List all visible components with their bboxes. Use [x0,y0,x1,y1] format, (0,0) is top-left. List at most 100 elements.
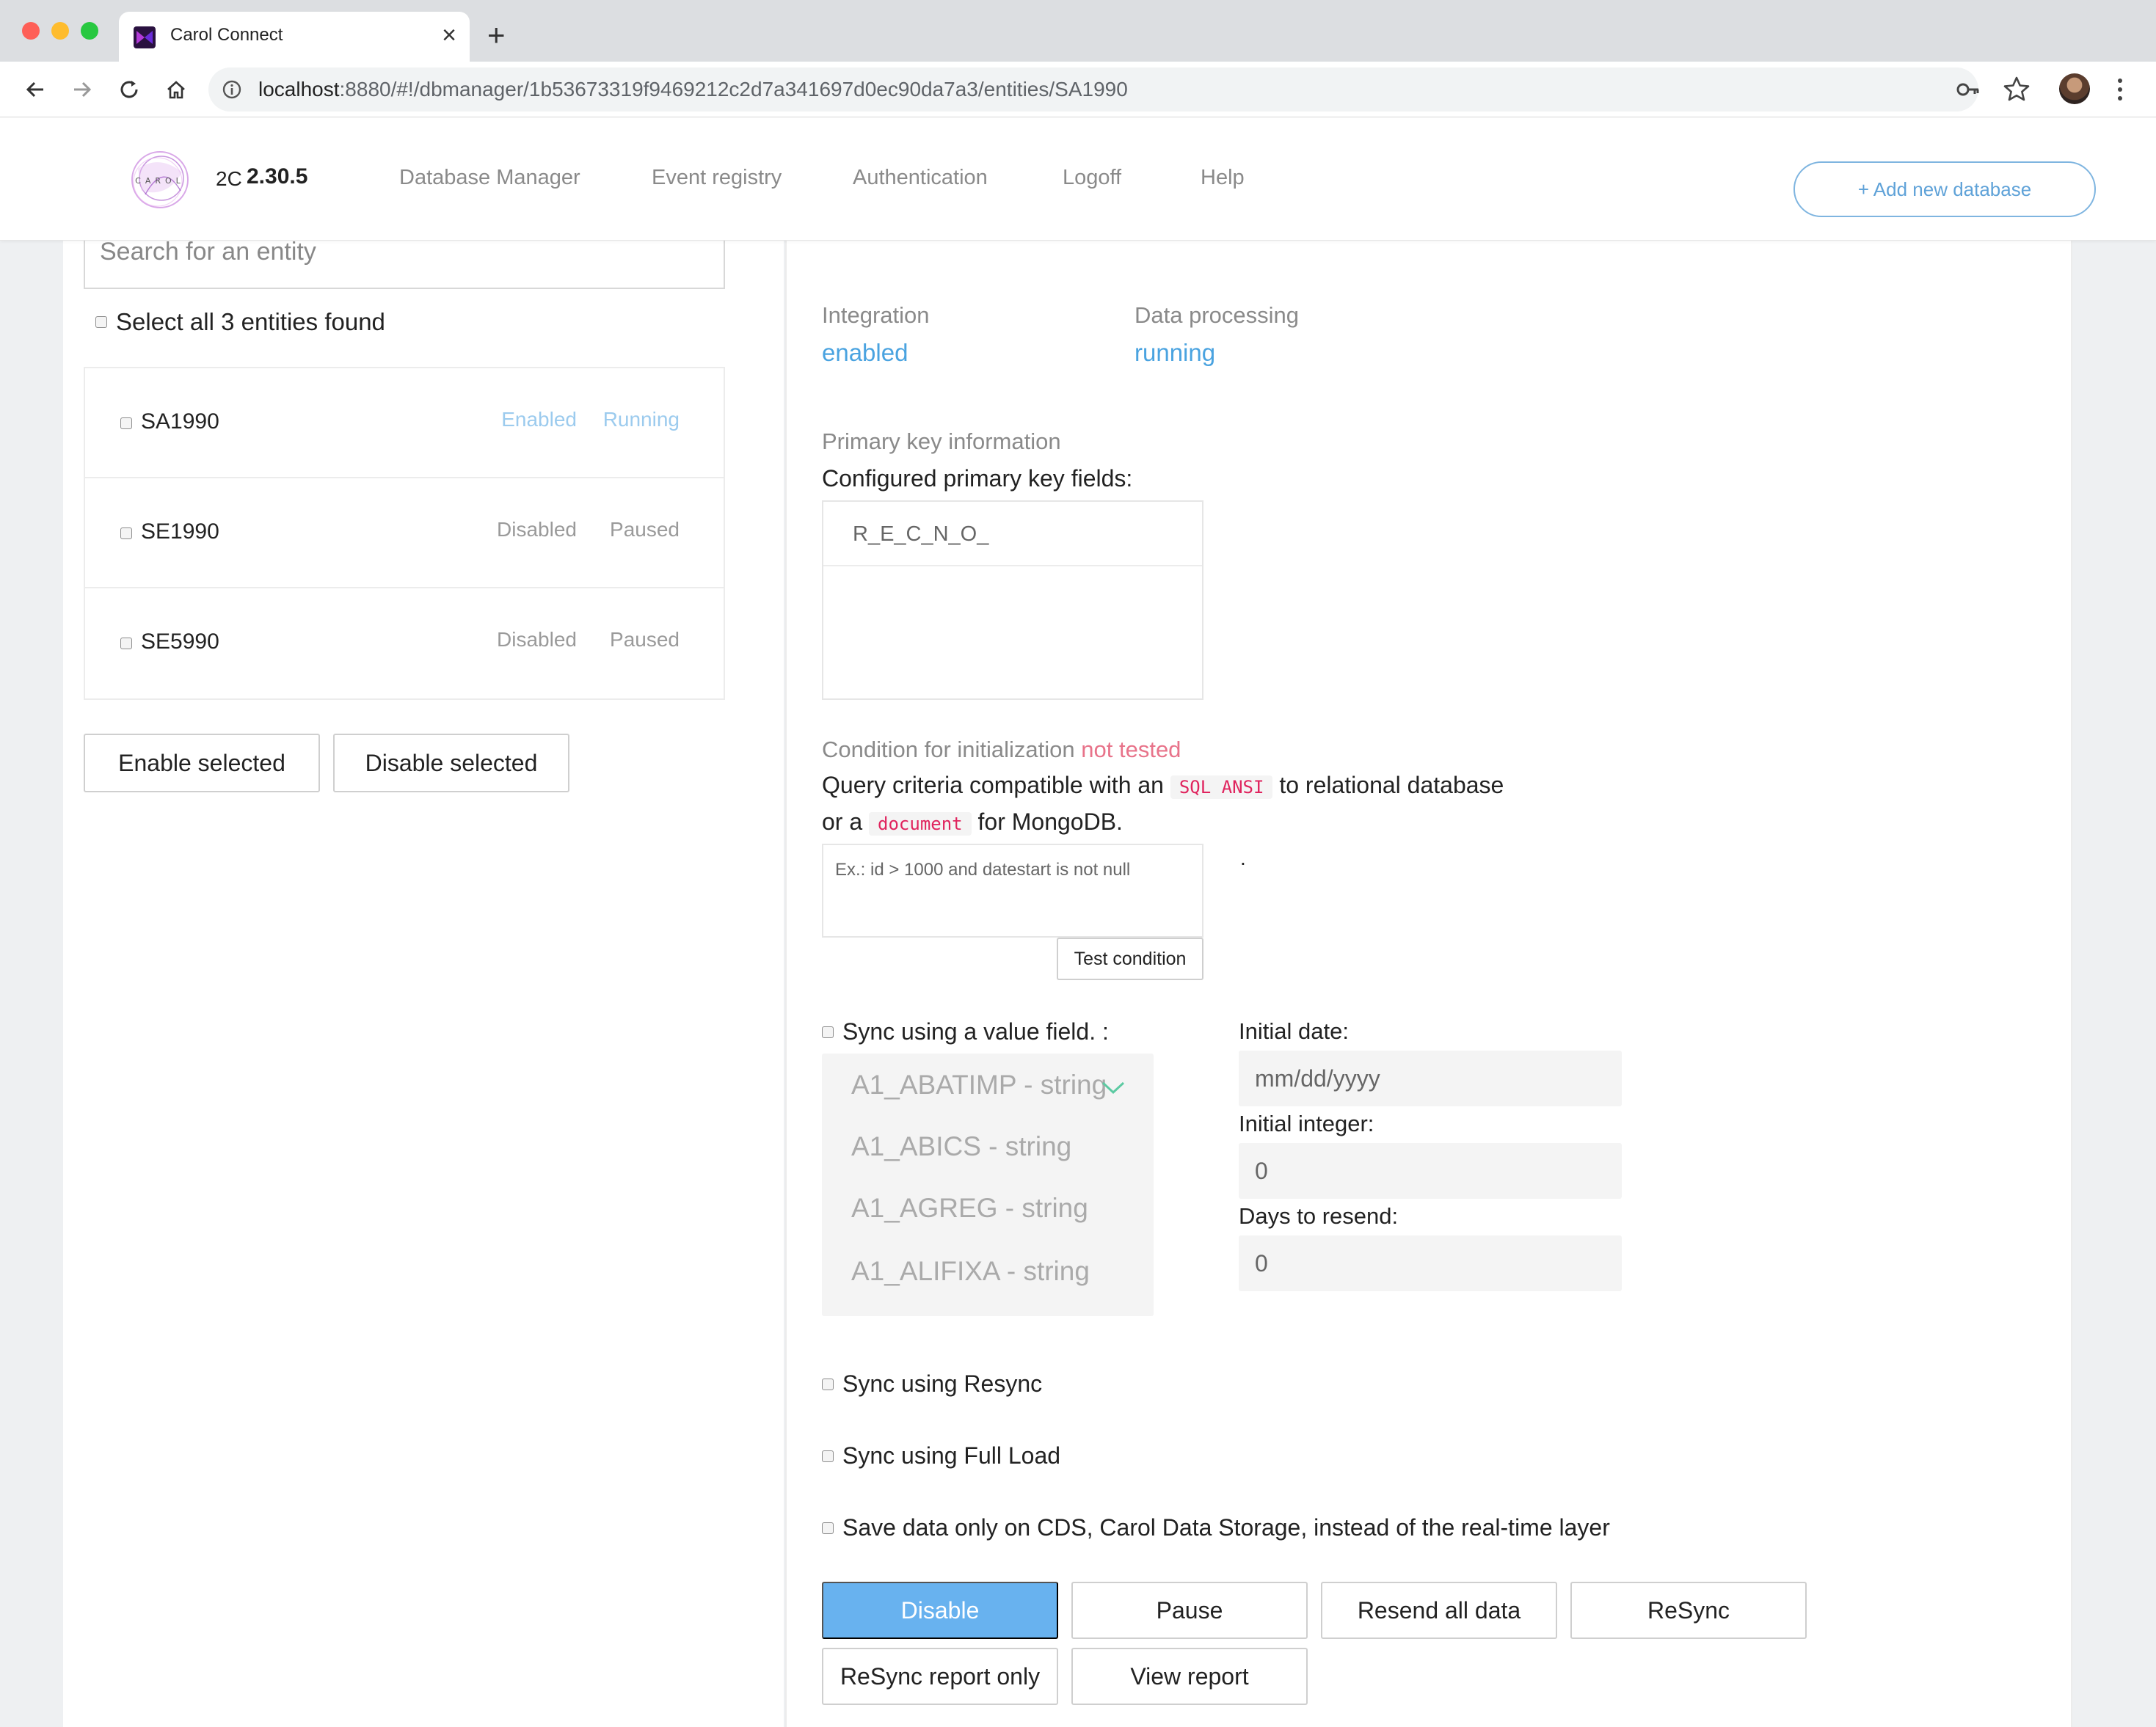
tab-title: Carol Connect [170,25,283,45]
nav-authentication[interactable]: Authentication [853,166,988,190]
sync-fullload-label: Sync using Full Load [842,1442,1061,1469]
address-bar[interactable]: localhost:8880/#!/dbmanager/1b53673319f9… [208,67,1978,112]
sync-resync-checkbox[interactable] [822,1378,834,1390]
new-tab-icon[interactable]: + [487,16,506,54]
condition-label: Condition for initialization [822,737,1075,762]
entity-checkbox[interactable] [120,527,132,539]
resend-all-data-button[interactable]: Resend all data [1321,1582,1557,1639]
sync-resync-row[interactable]: Sync using Resync [822,1370,1042,1398]
carol-logo: CAROL [131,151,189,208]
entity-processing-status: Paused [610,518,680,541]
disable-button[interactable]: Disable [822,1582,1058,1639]
entity-row-se1990[interactable]: SE1990 Disabled Paused [85,478,724,588]
primary-key-field: R_E_C_N_O_ [823,502,1202,566]
home-icon[interactable] [160,73,192,106]
browser-tab-bar: Carol Connect × + [0,0,2156,62]
info-icon[interactable] [222,79,242,100]
close-tab-icon[interactable]: × [442,21,456,50]
entity-search-input[interactable]: Search for an entity [84,233,725,289]
entity-integration-status: Enabled [501,408,577,431]
save-cds-checkbox[interactable] [822,1522,834,1534]
configured-pk-label: Configured primary key fields: [822,465,1133,492]
entity-name: SE1990 [141,519,219,544]
entity-checkbox[interactable] [120,638,132,649]
back-arrow-icon[interactable] [19,73,51,106]
value-field-option[interactable]: A1_AGREG - string [851,1193,1088,1224]
entity-row-sa1990[interactable]: SA1990 Enabled Running [85,368,724,478]
select-all-checkbox[interactable] [95,316,107,328]
entity-integration-status: Disabled [497,518,577,541]
app-header: CAROL 2C 2.30.5 Database Manager Event r… [0,117,2156,241]
resync-report-only-button[interactable]: ReSync report only [822,1648,1058,1705]
value-field-option[interactable]: A1_ABICS - string [851,1131,1071,1162]
initial-integer-input[interactable]: 0 [1239,1143,1622,1199]
enable-selected-button[interactable]: Enable selected [84,734,320,792]
browser-toolbar: localhost:8880/#!/dbmanager/1b53673319f9… [0,62,2156,117]
profile-avatar[interactable] [2059,73,2090,104]
svg-text:CAROL: CAROL [135,176,185,186]
condition-dot: . [1240,847,1246,869]
entity-detail-panel: Integration enabled Data processing runn… [785,241,2072,1727]
bookmark-star-icon[interactable] [2000,73,2033,106]
maximize-window-button[interactable] [81,22,98,40]
select-all-label: Select all 3 entities found [116,308,385,335]
entity-name: SE5990 [141,629,219,654]
condition-input[interactable]: Ex.: id > 1000 and datestart is not null [822,844,1203,938]
entity-processing-status: Running [602,408,680,431]
query-criteria-text: Query criteria compatible with an SQL AN… [822,772,1504,799]
pause-button[interactable]: Pause [1071,1582,1308,1639]
carol-favicon-icon [134,26,156,48]
select-all-row[interactable]: Select all 3 entities found [95,308,385,336]
save-cds-label: Save data only on CDS, Carol Data Storag… [842,1514,1610,1541]
data-processing-value: running [1135,339,1216,366]
entity-checkbox[interactable] [120,417,132,429]
chevron-down-icon [1101,1081,1125,1095]
entity-processing-status: Paused [610,628,680,651]
sql-ansi-code: SQL ANSI [1170,775,1273,799]
test-condition-button[interactable]: Test condition [1057,938,1203,980]
more-vert-icon[interactable] [2109,73,2131,106]
entity-name: SA1990 [141,409,219,434]
nav-database-manager[interactable]: Database Manager [399,166,580,190]
disable-selected-button[interactable]: Disable selected [333,734,569,792]
entity-list: SA1990 Enabled Running SE1990 Disabled P… [84,367,725,700]
view-report-button[interactable]: View report [1071,1648,1308,1705]
entity-row-se5990[interactable]: SE5990 Disabled Paused [85,588,724,698]
entity-integration-status: Disabled [497,628,577,651]
document-code: document [869,812,972,836]
forward-arrow-icon[interactable] [66,73,98,106]
minimize-window-button[interactable] [51,22,69,40]
nav-event-registry[interactable]: Event registry [652,166,782,190]
condition-label-row: Condition for initialization not tested [822,737,1181,763]
initial-integer-label: Initial integer: [1239,1111,1374,1136]
url-text: localhost:8880/#!/dbmanager/1b53673319f9… [258,78,1128,101]
brand-mark: 2C [216,167,242,190]
condition-status: not tested [1081,737,1181,762]
browser-tab[interactable]: Carol Connect × [119,12,470,62]
key-icon[interactable] [1953,75,1983,104]
value-field-option[interactable]: A1_ALIFIXA - string [851,1256,1090,1287]
initial-date-input[interactable]: mm/dd/yyyy [1239,1051,1622,1106]
sync-fullload-checkbox[interactable] [822,1450,834,1462]
value-field-select[interactable]: A1_ABATIMP - string A1_ABICS - string A1… [822,1054,1154,1316]
sync-fullload-row[interactable]: Sync using Full Load [822,1442,1060,1469]
add-new-database-button[interactable]: + Add new database [1793,161,2096,217]
days-to-resend-input[interactable]: 0 [1239,1235,1622,1291]
nav-logoff[interactable]: Logoff [1063,166,1121,190]
reload-icon[interactable] [113,73,145,106]
days-to-resend-label: Days to resend: [1239,1203,1399,1229]
integration-label: Integration [822,302,930,328]
sync-value-field-checkbox[interactable] [822,1026,834,1038]
save-cds-row[interactable]: Save data only on CDS, Carol Data Storag… [822,1514,1610,1541]
sync-value-field-label: Sync using a value field. : [842,1018,1109,1045]
close-window-button[interactable] [22,22,40,40]
primary-key-fields-list: R_E_C_N_O_ [822,500,1203,700]
nav-help[interactable]: Help [1201,166,1245,190]
data-processing-label: Data processing [1135,302,1300,328]
primary-key-section-label: Primary key information [822,428,1061,454]
initial-date-label: Initial date: [1239,1018,1349,1044]
sync-value-field-row[interactable]: Sync using a value field. : [822,1018,1109,1045]
entity-list-panel: Search for an entity Select all 3 entiti… [63,233,784,1727]
value-field-option[interactable]: A1_ABATIMP - string [851,1070,1107,1100]
resync-button[interactable]: ReSync [1570,1582,1807,1639]
